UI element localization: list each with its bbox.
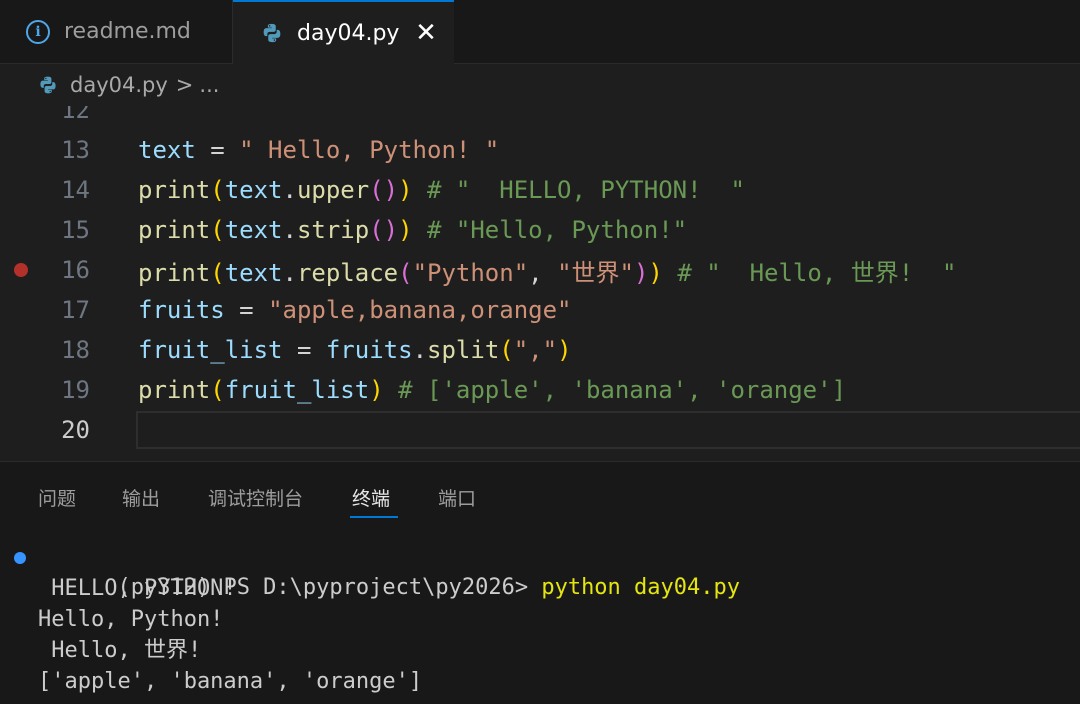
current-line-highlight	[136, 411, 1080, 449]
code-line: 19 print(fruit_list) # ['apple', 'banana…	[0, 370, 1080, 410]
bottom-panel: 问题 输出 调试控制台 终端 端口 (py312) PS D:\pyprojec…	[0, 461, 1080, 704]
tab-output[interactable]: 输出	[122, 484, 160, 511]
code-line: 17 fruits = "apple,banana,orange"	[0, 290, 1080, 330]
code-line: 12	[0, 106, 1080, 130]
terminal-command: python day04.py	[541, 575, 741, 600]
code-text: text = " Hello, Python! "	[138, 136, 500, 164]
breadcrumb-more[interactable]: ...	[199, 73, 219, 97]
code-text: print(text.upper()) # " HELLO, PYTHON! "	[138, 176, 745, 204]
line-number: 18	[61, 336, 90, 364]
editor-tab-bar: i readme.md day04.py ✕	[0, 0, 1080, 64]
line-number: 20	[61, 416, 90, 444]
python-icon	[40, 76, 56, 94]
terminal-command-line: (py312) PS D:\pyproject\py2026> python d…	[38, 541, 740, 600]
code-text: print(text.strip()) # "Hello, Python!"	[138, 216, 688, 244]
breadcrumb-file[interactable]: day04.py	[70, 73, 168, 97]
code-editor[interactable]: 12 13 text = " Hello, Python! " 14 print…	[0, 106, 1080, 461]
tab-debug-console[interactable]: 调试控制台	[208, 484, 303, 511]
code-text: fruits = "apple,banana,orange"	[138, 296, 572, 324]
terminal-output-line: HELLO, PYTHON!	[38, 576, 237, 601]
panel-tabs: 问题 输出 调试控制台 终端 端口	[0, 462, 1080, 522]
line-number: 17	[61, 296, 90, 324]
breadcrumb: day04.py > ...	[0, 64, 1080, 106]
code-line: 15 print(text.strip()) # "Hello, Python!…	[0, 210, 1080, 250]
tab-problems[interactable]: 问题	[38, 484, 76, 511]
code-line: 14 print(text.upper()) # " HELLO, PYTHON…	[0, 170, 1080, 210]
line-number: 14	[61, 176, 90, 204]
code-text: print(text.replace("Python", "世界")) # " …	[138, 258, 957, 287]
code-text: fruit_list = fruits.split(",")	[138, 336, 572, 364]
terminal-output-line: ['apple', 'banana', 'orange']	[38, 669, 423, 694]
info-icon: i	[26, 19, 50, 44]
line-number: 16	[61, 256, 90, 284]
code-line: 18 fruit_list = fruits.split(",")	[0, 330, 1080, 370]
line-number: 12	[61, 106, 90, 124]
code-line: 13 text = " Hello, Python! "	[0, 130, 1080, 170]
tab-terminal[interactable]: 终端	[352, 484, 390, 511]
line-number: 19	[61, 376, 90, 404]
terminal-output-line: Hello, Python!	[38, 607, 224, 632]
terminal-output-line: Hello, 世界!	[38, 638, 202, 663]
chevron-right-icon: >	[175, 73, 194, 97]
code-line-current[interactable]: 20	[0, 410, 1080, 450]
tab-day04[interactable]: day04.py ✕	[233, 0, 454, 64]
command-status-dot-icon[interactable]	[14, 552, 26, 564]
code-line: 16 print(text.replace("Python", "世界")) #…	[0, 250, 1080, 290]
line-number: 15	[61, 216, 90, 244]
tab-label: day04.py	[297, 20, 400, 46]
tab-ports[interactable]: 端口	[438, 484, 476, 511]
active-tab-indicator	[350, 516, 398, 518]
tab-label: readme.md	[64, 19, 191, 44]
close-icon[interactable]: ✕	[412, 18, 440, 48]
code-text: print(fruit_list) # ['apple', 'banana', …	[138, 376, 847, 404]
python-icon	[263, 23, 281, 43]
tab-readme[interactable]: i readme.md	[0, 0, 233, 63]
line-number: 13	[61, 136, 90, 164]
